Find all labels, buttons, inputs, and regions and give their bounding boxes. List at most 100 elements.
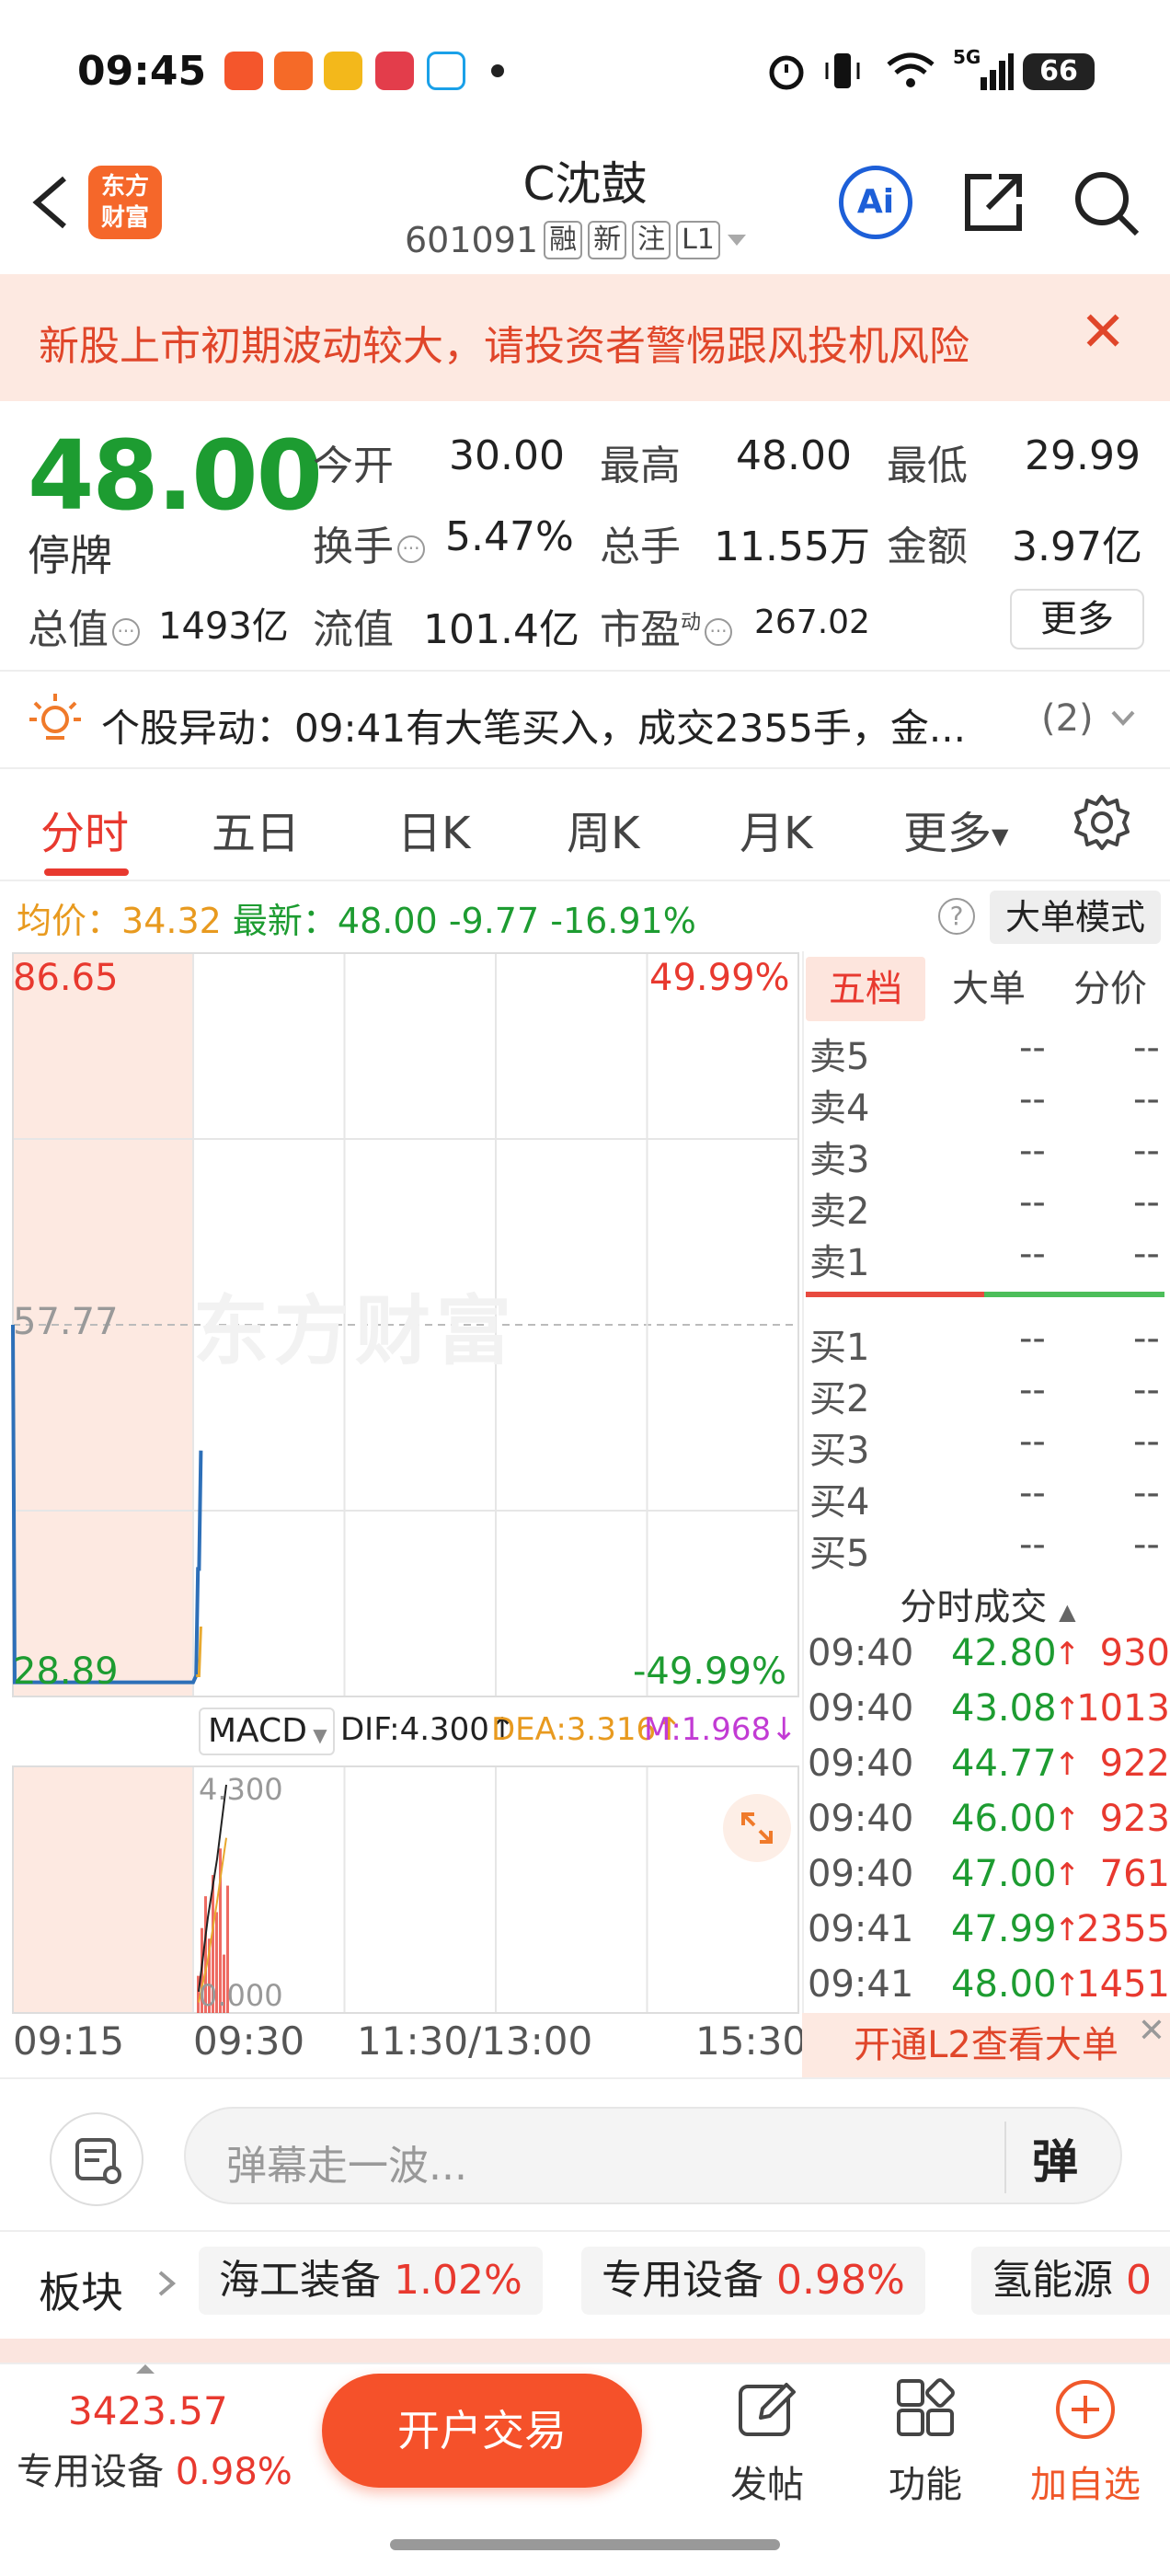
trade-price: 42.80	[951, 1632, 1057, 1674]
notification-app-icon	[224, 52, 263, 90]
trade-price: 47.99	[951, 1908, 1057, 1950]
trade-volume: 761	[1099, 1853, 1170, 1895]
level-price: --	[1019, 1078, 1046, 1121]
level-volume: --	[1133, 1420, 1160, 1463]
x-axis-label: 09:30	[193, 2018, 305, 2064]
home-indicator[interactable]	[390, 2539, 780, 2550]
stock-alert-row[interactable]: 个股异动：09:41有大笔买入，成交2355手，金... (2)	[0, 673, 1170, 765]
level-price: --	[1019, 1130, 1046, 1172]
intraday-chart[interactable]	[11, 951, 802, 2018]
sector-label[interactable]: 板块	[39, 2260, 123, 2320]
level-price: --	[1019, 1472, 1046, 1514]
tab-big-orders[interactable]: 大单	[929, 957, 1049, 1021]
status-time: 09:45	[77, 48, 207, 95]
post-button[interactable]: 发帖	[703, 2364, 832, 2506]
tab-price-distribution[interactable]: 分价	[1050, 957, 1170, 1021]
active-tab-indicator	[44, 868, 129, 876]
high-label: 最高	[600, 443, 681, 489]
pct-top-label: 49.99%	[649, 957, 790, 999]
chevron-down-icon	[1111, 710, 1135, 726]
divider	[0, 2077, 1170, 2079]
lightbulb-icon	[29, 694, 81, 740]
danmaku-settings-icon	[75, 2138, 121, 2184]
danmaku-settings-button[interactable]	[50, 2112, 143, 2206]
market-cap-label[interactable]: 总值 ···	[28, 596, 143, 655]
trade-volume: 923	[1099, 1798, 1170, 1840]
sector-chip-special-equipment[interactable]: 专用设备 0.98%	[581, 2247, 925, 2315]
info-icon: ···	[397, 535, 425, 563]
buy-level-row: 买2 -- --	[806, 1363, 1170, 1420]
vibrate-icon	[825, 53, 860, 88]
sector-index-name[interactable]: 专用设备 0.98%	[17, 2442, 292, 2495]
level-label: 买5	[809, 1533, 870, 1575]
big-order-mode-button[interactable]: 大单模式	[990, 891, 1161, 944]
help-icon[interactable]: ?	[938, 898, 975, 935]
sector-index-value[interactable]: 3423.57	[68, 2388, 228, 2433]
expand-icon	[741, 1812, 773, 1844]
expand-up-icon[interactable]	[136, 2364, 155, 2374]
divider	[802, 951, 804, 2079]
tick-trades-header[interactable]: 分时成交 ▲	[806, 1577, 1170, 1630]
avg-price-value: 34.32	[121, 901, 222, 941]
order-book-tabs: 五档 大单 分价	[806, 957, 1170, 1021]
close-warning-button[interactable]: ✕	[1080, 300, 1135, 364]
ai-assistant-button[interactable]: Ai	[839, 166, 912, 239]
tab-weekly-k[interactable]: 周K	[567, 797, 639, 861]
close-l2-banner-button[interactable]: ✕	[1133, 2013, 1170, 2050]
level-volume: --	[1133, 1524, 1160, 1566]
sell-level-row: 卖4 -- --	[806, 1073, 1170, 1130]
search-icon[interactable]	[1069, 166, 1142, 239]
open-account-trade-button[interactable]: 开户交易	[322, 2374, 642, 2488]
avg-price-label: 均价：	[17, 901, 122, 941]
tab-intraday[interactable]: 分时	[40, 797, 129, 861]
expand-chart-button[interactable]	[723, 1794, 791, 1862]
divider	[0, 767, 1170, 769]
tab-five-levels[interactable]: 五档	[806, 957, 925, 1021]
share-icon[interactable]	[960, 169, 1027, 236]
tag-registration: 注	[632, 221, 671, 259]
grid-icon	[897, 2378, 955, 2436]
level-label: 卖1	[809, 1242, 870, 1284]
amount-value: 3.97亿	[1012, 523, 1142, 570]
map-app-icon	[427, 52, 465, 90]
sell-side-bar	[806, 1292, 984, 1297]
tab-monthly-k[interactable]: 月K	[740, 797, 812, 861]
trade-volume: 922	[1099, 1742, 1170, 1785]
tab-daily-k[interactable]: 日K	[397, 797, 470, 861]
tick-trade-row: 09:40 44.77 ↑ 922	[806, 1739, 1170, 1794]
caret-down-icon: ▼	[992, 823, 1009, 849]
battery-indicator: 66	[1023, 53, 1095, 90]
stock-code-row[interactable]: 601091 融 新 注 L1	[405, 217, 748, 263]
gear-icon[interactable]	[1072, 793, 1131, 852]
low-value: 29.99	[1025, 432, 1141, 479]
tick-trade-row: 09:41 48.00 ↑ 1451	[806, 1960, 1170, 2015]
level-volume: --	[1133, 1078, 1160, 1121]
caret-up-icon: ▲	[1059, 1599, 1076, 1625]
tag-level1: L1	[676, 221, 720, 259]
l2-upgrade-banner[interactable]: 开通L2查看大单	[802, 2013, 1170, 2077]
level-price: --	[1019, 1233, 1046, 1275]
tab-more[interactable]: 更多▼	[903, 797, 1008, 861]
trade-price: 48.00	[951, 1963, 1057, 2006]
sector-chip-marine-equipment[interactable]: 海工装备 1.02%	[199, 2247, 543, 2315]
price-change: -9.77	[448, 901, 540, 941]
danmaku-input[interactable]: 弹幕走一波... 弹	[184, 2107, 1122, 2204]
level-price: --	[1019, 1317, 1046, 1360]
pe-label[interactable]: 市盈动 ···	[600, 596, 736, 655]
add-watchlist-label: 加自选	[1030, 2464, 1141, 2506]
x-axis-label: 09:15	[13, 2018, 125, 2064]
more-quote-button[interactable]: 更多	[1010, 589, 1144, 650]
danmaku-toggle-button[interactable]: 弹	[1032, 2125, 1078, 2191]
risk-warning-text: 新股上市初期波动较大，请投资者警惕跟风投机风险	[39, 323, 969, 370]
add-watchlist-button[interactable]: 加自选	[1021, 2364, 1150, 2506]
latest-price-value: 48.00	[337, 901, 438, 941]
tab-five-day[interactable]: 五日	[212, 797, 300, 861]
functions-button[interactable]: 功能	[861, 2364, 990, 2506]
indicator-dropdown[interactable]: MACD ▼	[199, 1708, 335, 1755]
sector-chip-hydrogen[interactable]: 氢能源 0	[971, 2247, 1170, 2315]
y-axis-mid-label: 57.77	[13, 1301, 119, 1343]
info-icon: ···	[112, 618, 140, 646]
turnover-label[interactable]: 换手 ···	[313, 513, 429, 572]
info-icon: ···	[705, 618, 733, 646]
pct-bottom-label: -49.99%	[633, 1650, 786, 1693]
